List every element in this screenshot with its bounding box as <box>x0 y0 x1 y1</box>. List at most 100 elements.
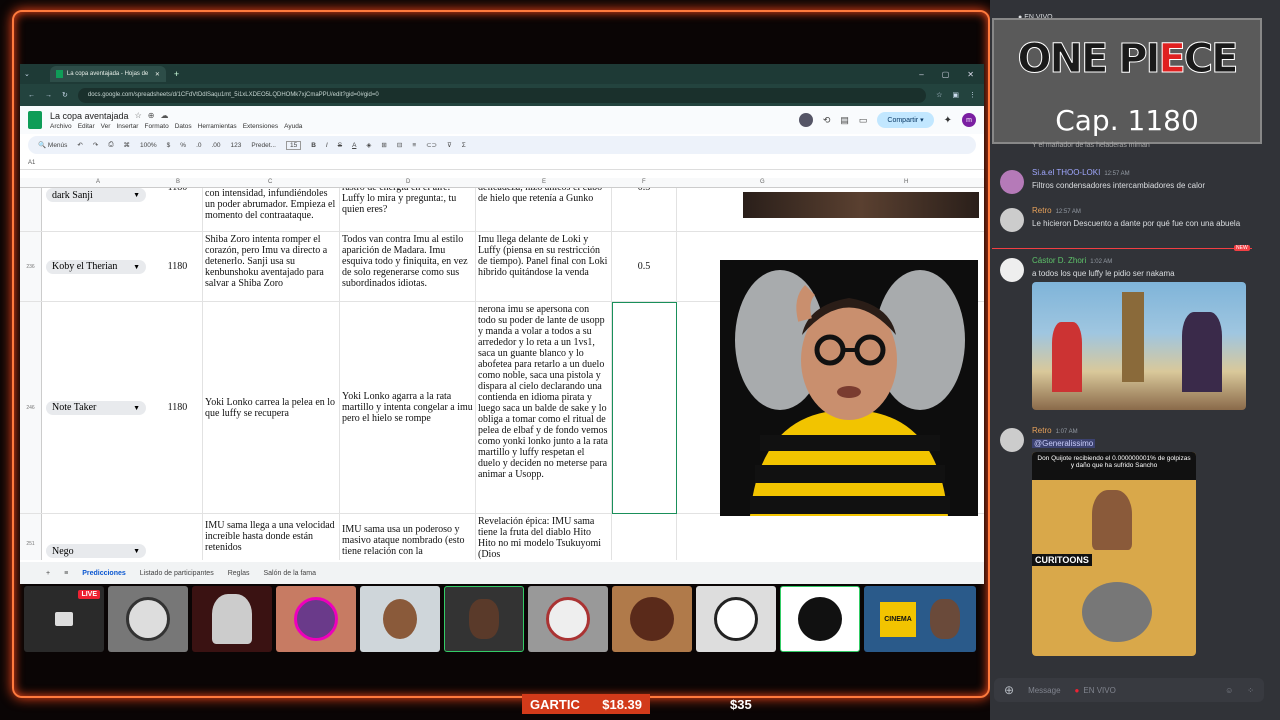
prediction-cell[interactable]: Revelación épica: IMU sama tiene la frut… <box>476 514 612 560</box>
bold-button[interactable]: B <box>311 142 316 149</box>
prediction-cell[interactable]: Yoki Lonko agarra a la rata martillo y i… <box>340 302 476 513</box>
minimize-icon[interactable]: – <box>919 70 923 79</box>
tab-predicciones[interactable]: Predicciones <box>82 570 126 577</box>
chapter-cell[interactable]: 1180 <box>153 232 203 301</box>
score-cell[interactable]: 0.5 <box>612 188 677 231</box>
menu-item-ayuda[interactable]: Ayuda <box>284 123 302 130</box>
avatar[interactable] <box>1000 170 1024 194</box>
add-sheet-icon[interactable]: + <box>46 570 50 577</box>
participant-chip[interactable]: Note Taker ▼ <box>46 400 146 415</box>
collaborator-avatar[interactable] <box>798 113 813 127</box>
chapter-cell[interactable]: 1180 <box>153 302 203 513</box>
undo-icon[interactable]: ↶ <box>77 141 82 149</box>
prediction-cell[interactable]: Todos van contra Imu al estilo aparición… <box>340 232 476 301</box>
strikethrough-button[interactable]: S <box>338 142 342 149</box>
decrease-decimal-button[interactable]: .0 <box>196 142 201 149</box>
merge-icon[interactable]: ⊟ <box>397 141 402 149</box>
col-header[interactable]: D <box>406 179 410 185</box>
text-color-button[interactable]: A <box>352 142 356 149</box>
meme-image[interactable]: Don Quijote recibiendo el 0.000000001% d… <box>1032 452 1196 656</box>
percent-button[interactable]: % <box>180 142 186 149</box>
score-cell[interactable]: 0.5 <box>612 232 677 301</box>
username[interactable]: Cástor D. Zhori <box>1032 256 1086 265</box>
col-header[interactable]: B <box>176 179 180 185</box>
link-icon[interactable]: ⊂⊃ <box>426 141 437 149</box>
fill-color-icon[interactable]: ◈ <box>366 141 371 149</box>
prediction-cell[interactable]: con intensidad, infundiéndoles un poder … <box>203 188 340 231</box>
menu-item-extensiones[interactable]: Extensiones <box>243 123 278 130</box>
tab-salon[interactable]: Salón de la fama <box>264 570 317 577</box>
participant-chip[interactable]: dark Sanji ▼ <box>46 188 146 202</box>
prediction-cell[interactable]: IMU sama usa un poderoso y masivo ataque… <box>340 514 476 560</box>
new-tab-icon[interactable]: + <box>174 69 179 79</box>
functions-button[interactable]: Σ <box>462 142 466 149</box>
close-icon[interactable]: ✕ <box>155 71 160 78</box>
bookmark-icon[interactable]: ☆ <box>936 91 942 99</box>
menu-item-archivo[interactable]: Archivo <box>50 123 72 130</box>
browser-tab[interactable]: La copa aventajada - Hojas de ✕ <box>49 66 166 82</box>
col-header[interactable]: E <box>542 179 546 185</box>
tab-listado[interactable]: Listado de participantes <box>140 570 214 577</box>
chapter-cell[interactable]: 1180 <box>153 514 203 560</box>
prediction-cell[interactable]: Imu llega delante de Loki y Luffy (piens… <box>476 232 612 301</box>
menu-item-herramientas[interactable]: Herramientas <box>198 123 237 130</box>
emoji-icon[interactable]: ☺ <box>1225 686 1233 695</box>
participant-chip[interactable]: Koby el Therian ▼ <box>46 259 146 274</box>
reload-icon[interactable]: ↻ <box>62 91 68 99</box>
search-menus[interactable]: 🔍 Menús <box>38 141 67 149</box>
font-size-input[interactable]: 15 <box>285 140 302 150</box>
chapter-cell[interactable]: 1180 <box>153 188 203 231</box>
zoom-select[interactable]: 100% <box>140 142 157 149</box>
move-icon[interactable]: ⊕ <box>148 111 155 120</box>
col-header[interactable]: F <box>642 179 646 185</box>
avatar[interactable]: m <box>962 113 976 127</box>
user-mention[interactable]: @Generalissimo <box>1032 439 1096 448</box>
back-icon[interactable]: ← <box>28 92 35 99</box>
avatar[interactable] <box>1000 208 1024 232</box>
participant-chip[interactable]: Nego ▼ <box>46 544 146 558</box>
borders-icon[interactable]: ⊞ <box>381 141 386 149</box>
all-sheets-icon[interactable]: ≡ <box>64 570 68 577</box>
nakama-image[interactable] <box>1032 282 1246 410</box>
meet-icon[interactable]: ▭ <box>859 115 868 126</box>
currency-button[interactable]: $ <box>167 142 171 149</box>
menu-item-ver[interactable]: Ver <box>101 123 111 130</box>
score-cell[interactable] <box>612 514 677 560</box>
col-header[interactable]: H <box>904 179 908 185</box>
comment-icon[interactable]: ▤ <box>840 115 849 126</box>
menu-item-insertar[interactable]: Insertar <box>116 123 138 130</box>
tab-list-icon[interactable]: ⌄ <box>24 70 30 78</box>
gemini-icon[interactable]: ✦ <box>944 115 952 126</box>
apps-icon[interactable]: ⁘ <box>1247 686 1254 695</box>
username[interactable]: Retro <box>1032 426 1052 435</box>
avatar[interactable] <box>1000 258 1024 282</box>
prediction-cell[interactable]: Yoki Lonko carrea la pelea en lo que luf… <box>203 302 340 513</box>
redo-icon[interactable]: ↷ <box>93 141 98 149</box>
menu-item-formato[interactable]: Formato <box>144 123 168 130</box>
prediction-cell[interactable]: rastro de energía en el aire. Luffy lo m… <box>340 188 476 231</box>
menu-item-datos[interactable]: Datos <box>175 123 192 130</box>
prediction-cell[interactable]: delicadeza, hizo añicos el cubo de hielo… <box>476 188 612 231</box>
avatar[interactable] <box>1000 428 1024 452</box>
prediction-cell[interactable]: IMU sama llega a una velocidad increíble… <box>203 514 340 560</box>
name-box[interactable]: A1 <box>28 160 35 166</box>
col-header[interactable]: G <box>760 179 765 185</box>
prediction-cell[interactable]: nerona imu se apersona con todo su poder… <box>476 302 612 513</box>
col-header[interactable]: C <box>268 179 272 185</box>
align-icon[interactable]: ≡ <box>412 142 416 149</box>
menu-item-editar[interactable]: Editar <box>78 123 95 130</box>
username[interactable]: Retro <box>1032 206 1052 215</box>
window-close-icon[interactable]: ✕ <box>967 70 974 79</box>
print-icon[interactable]: ⎙ <box>108 141 113 149</box>
chat-input[interactable]: ⊕ Message ● EN VIVO ☺ ⁘ <box>994 678 1264 702</box>
paint-format-icon[interactable]: ⌘ <box>124 141 131 149</box>
col-header[interactable]: A <box>96 179 100 185</box>
url-field[interactable]: docs.google.com/spreadsheets/d/1CFdVtDdl… <box>77 87 927 103</box>
extensions-icon[interactable]: ▣ <box>952 91 959 99</box>
star-icon[interactable]: ☆ <box>135 111 142 120</box>
prediction-cell[interactable]: Shiba Zoro intenta romper el corazón, pe… <box>203 232 340 301</box>
font-select[interactable]: Predet... <box>251 142 276 149</box>
menu-icon[interactable]: ⋮ <box>969 91 976 99</box>
history-icon[interactable]: ⟲ <box>823 115 831 126</box>
filter-icon[interactable]: ⊽ <box>447 141 452 149</box>
